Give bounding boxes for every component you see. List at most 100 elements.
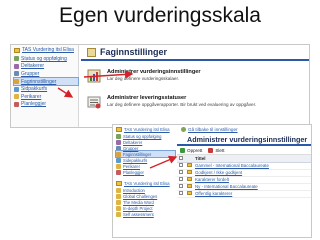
grading-item-title[interactable]: Administrer vurderingsinnstillinger [107,69,201,75]
row-checkbox[interactable] [177,190,185,198]
sidebar-item-label: Sidpakkurfs [21,86,48,93]
scale-title-link[interactable]: Gammel - International Baccalaureate [193,162,311,170]
breadcrumb-label: TAS Vurdering itsl Elisa [22,47,74,53]
main-panel: Gå tilbake til innstillinger Administrer… [177,125,311,237]
title-column-header[interactable]: Tittel [193,155,311,163]
delete-button-label: Slett [215,147,225,153]
delete-icon [208,147,214,153]
scale-title-link[interactable]: Ny - International Baccalaureate [193,183,311,191]
scale-title-link[interactable]: Offentlig karakterer [193,190,311,198]
delete-button[interactable]: Slett [208,147,225,153]
users-icon [14,63,19,69]
screenshot-grading-settings: TAS Vurdering itsl Elisa Status og oppfø… [112,124,312,238]
scale-title-link[interactable]: Godkjent / Ikke godkjent [193,169,311,177]
sidebar-item-label: Faginnstillinger [123,151,152,157]
sidebar-item-label: Planleggjer [21,101,47,108]
course-icon [116,126,122,132]
sidebar-item-label: Deltakerer [21,63,45,70]
sidebar-item-label: Fagrinnstillinger [21,78,57,85]
sidebar-item[interactable]: Self assessment [116,211,175,217]
sidebar-breadcrumb[interactable]: TAS Vurdering itsl Elisa [113,125,175,133]
table-row[interactable]: Godkjent / Ikke godkjent [177,169,311,177]
row-checkbox[interactable] [177,176,185,184]
sidebar-item[interactable]: Planleggjer [14,101,78,109]
back-link[interactable]: Gå tilbake til innstillinger [177,125,311,134]
scale-icon [185,183,193,191]
type-column-header [185,155,193,163]
sidebar-item-label: Planleggjer [123,169,144,175]
scale-title-link[interactable]: Karakterer fordelt [193,176,311,184]
page-title: Administrer vurderingsinnstillinger [177,134,311,146]
calendar-icon [14,101,19,107]
settings-icon [14,79,19,85]
sidebar-item[interactable]: Deltakerer [14,63,78,71]
module-icon [116,199,121,205]
sidebar-item-label: Perikarer [123,163,140,169]
page-title-text: Faginnstillinger [100,47,168,57]
select-all-checkbox[interactable] [177,155,185,163]
settings-item-delivery[interactable]: Administrer leveringsstatuser Lar deg de… [87,95,256,109]
scale-icon [185,176,193,184]
sidebar-item-label: Global Challenges [123,193,158,199]
status-icon [14,56,19,62]
sidebar: TAS Vurdering itsl Elisa Status og oppfø… [113,125,176,237]
status-icon [116,133,121,139]
sidebar-item-label: Status og oppfølging [21,55,67,62]
sidebar-item-label: Perikarer [21,93,42,100]
table-row[interactable]: Gammel - International Baccalaureate [177,162,311,170]
groups-icon [14,71,19,77]
folder-icon [14,94,19,100]
toolbar: Opprett Slett [177,146,311,155]
module-icon [116,193,121,199]
create-button[interactable]: Opprett [180,147,202,153]
calendar-icon [116,169,121,175]
grading-scale-table: Tittel Gammel - International Baccalaure… [177,155,311,198]
table-header-row: Tittel [177,155,311,163]
sidebar-item[interactable]: Grupper [14,70,78,78]
sidebar-item-label: Deltakerer [123,139,143,145]
scale-icon [185,169,193,177]
sidebar-item-label: Status og oppfølging [123,133,162,139]
sidebar-item[interactable]: Perikarer [14,93,78,101]
sidebar-breadcrumb[interactable]: TAS Vurdering itsl Elisa [11,45,78,55]
table-row[interactable]: Offentlig karakterer [177,190,311,198]
row-checkbox[interactable] [177,162,185,170]
row-checkbox[interactable] [177,169,185,177]
table-row[interactable]: Karakterer fordelt [177,176,311,184]
screenshot-fag-settings: TAS Vurdering itsl Elisa Status og oppfø… [10,44,310,128]
scale-icon [185,162,193,170]
delivery-item-title[interactable]: Administrer leveringsstatuser [107,95,256,101]
sidebar-item[interactable]: Fagrinnstillinger [13,76,79,87]
sidebar-item-label: The Media Word [123,199,154,205]
delivery-item-desc: Lar deg definere oppgåverapporter. Bir b… [107,102,257,107]
table-row[interactable]: Ny - International Baccalaureate [177,183,311,191]
course-icon [116,180,122,186]
pages-icon [14,86,19,92]
sidebar-item[interactable]: Planleggjer [116,169,175,175]
sidebar-item-label: Sidepakkurfs [123,157,148,163]
pages-icon [116,157,121,163]
grading-scale-icon [87,69,101,83]
sidebar-menu: Status og oppfølging Deltakerer Grupper Fag… [11,55,79,109]
plus-icon [180,147,185,153]
settings-icon [116,151,121,157]
page-title: Faginnstillinger [81,45,309,61]
module-icon [116,187,121,193]
sub-menu: Introduction Global Challenges The Media W… [113,187,175,217]
sidebar-item-label: Introduction [123,187,145,193]
settings-item-grading[interactable]: Administrer vurderingsinnstillinger Lar … [87,69,201,83]
row-checkbox[interactable] [177,183,185,191]
sidebar-item[interactable]: Status og oppfølging [14,55,78,63]
users-icon [116,139,121,145]
back-link-label: Gå tilbake til innstillinger [188,127,238,132]
grading-item-desc: Lar deg definere vurderingsskalaer. [107,76,180,81]
scale-icon [185,190,193,198]
sub-breadcrumb[interactable]: TAS Vurdering itsl Elisa [113,179,175,187]
sidebar-item[interactable]: Sidpakkurfs [14,85,78,93]
module-icon [116,211,121,217]
sidebar-menu: Status og oppfølging Deltakerer Grupper Fag… [113,133,176,175]
groups-icon [116,145,121,151]
slide-title: Egen vurderingsskala [59,4,261,27]
sidebar-item-label: Grupper [21,70,40,77]
breadcrumb-label: TAS Vurdering itsl Elisa [124,126,170,132]
